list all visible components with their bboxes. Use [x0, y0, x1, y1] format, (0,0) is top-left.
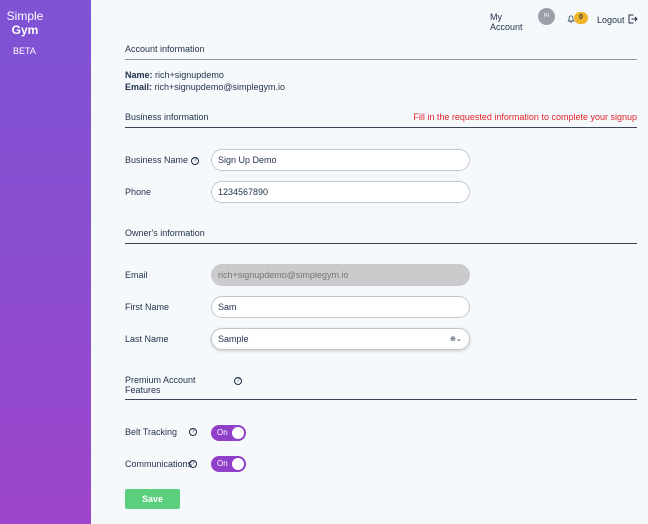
first-name-label: First Name [125, 302, 170, 312]
logout-link[interactable]: Logout [597, 15, 625, 25]
help-icon[interactable]: ? [189, 428, 197, 436]
account-email-line: Email: rich+signupdemo@simplegym.io [125, 82, 285, 92]
name-label: Name: [125, 70, 153, 80]
toggle-knob [232, 427, 244, 439]
account-name-line: Name: rich+signupdemo [125, 70, 224, 80]
brand-top-text: Simple [6, 9, 44, 23]
belt-tracking-toggle[interactable]: On [211, 425, 246, 441]
first-name-input[interactable] [211, 296, 470, 318]
main-content: My Account RI 0 Logout Account informati… [91, 0, 648, 524]
phone-label: Phone [125, 187, 152, 197]
premium-features-title: Premium Account Features [125, 375, 196, 395]
account-info-title: Account information [125, 44, 205, 54]
help-icon[interactable]: ? [189, 460, 197, 468]
toggle-state-label: On [217, 459, 228, 468]
toggle-knob [232, 458, 244, 470]
divider [125, 399, 637, 400]
avatar[interactable]: RI [538, 8, 555, 25]
phone-input[interactable] [211, 181, 470, 203]
last-name-label: Last Name [125, 334, 169, 344]
divider [125, 59, 637, 60]
help-icon[interactable]: ? [234, 377, 242, 385]
toggle-state-label: On [217, 428, 228, 437]
communications-label: Communications [125, 459, 192, 469]
owner-email-input [211, 264, 470, 286]
my-account-link[interactable]: My Account [490, 12, 530, 32]
owner-email-label: Email [125, 270, 148, 280]
email-label: Email: [125, 82, 153, 92]
business-name-label: Business Name? [125, 155, 200, 165]
business-name-label-text: Business Name [125, 155, 189, 165]
business-info-title: Business information [125, 112, 209, 122]
notification-badge[interactable]: 0 [574, 12, 588, 24]
help-icon[interactable]: ? [191, 156, 200, 165]
beta-label: BETA [13, 46, 36, 56]
owner-info-title: Owner's information [125, 228, 205, 238]
belt-tracking-label-text: Belt Tracking [125, 427, 178, 437]
communications-label-text: Communications [125, 459, 193, 469]
communications-toggle[interactable]: On [211, 456, 246, 472]
signup-warning: Fill in the requested information to com… [413, 112, 637, 122]
belt-tracking-label: Belt Tracking [125, 427, 177, 437]
autofill-key-icon[interactable]: ⊕⌄ [450, 335, 462, 343]
divider [125, 243, 637, 244]
email-value: rich+signupdemo@simplegym.io [154, 82, 285, 92]
business-name-input[interactable] [211, 149, 470, 171]
save-button[interactable]: Save [125, 489, 180, 509]
sidebar: Simple Gym BETA [0, 0, 91, 524]
last-name-input[interactable] [211, 328, 470, 350]
logout-icon[interactable] [628, 14, 638, 24]
name-value: rich+signupdemo [155, 70, 224, 80]
brand-bottom-text: Gym [11, 23, 39, 37]
brand-logo[interactable]: Simple Gym [0, 9, 50, 37]
divider [125, 127, 637, 128]
